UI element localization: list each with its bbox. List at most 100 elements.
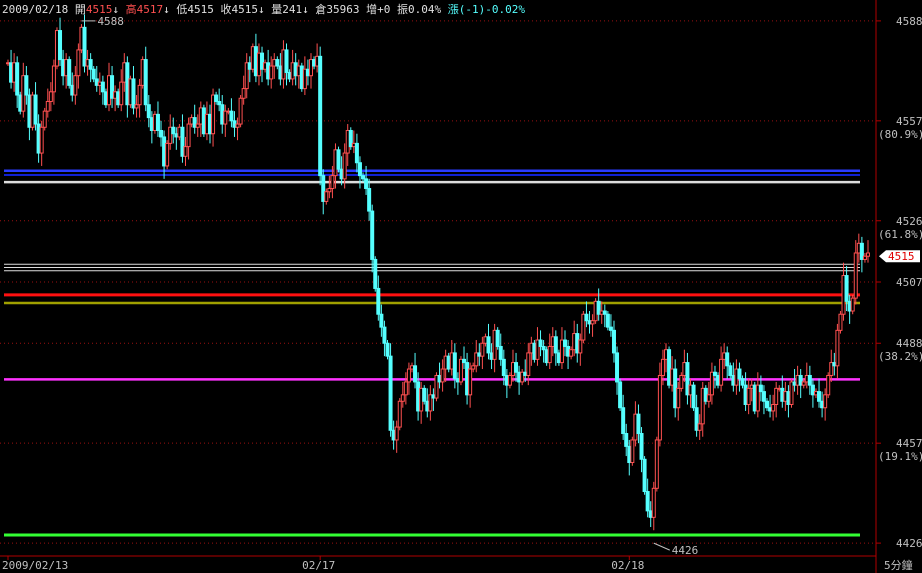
candle-body — [547, 345, 552, 364]
candle-body — [862, 255, 867, 260]
candle-body — [97, 81, 102, 86]
candle-body — [113, 91, 118, 99]
candle-body — [474, 352, 479, 367]
candle-body — [315, 55, 320, 67]
candle-body — [618, 381, 623, 409]
candle-body — [654, 439, 659, 489]
candle-body — [673, 368, 678, 409]
candle-body — [272, 59, 277, 67]
candle-body — [590, 320, 595, 325]
candle-body — [746, 387, 751, 405]
candle-body — [755, 384, 760, 412]
candle-body — [6, 62, 10, 65]
candle-body — [483, 336, 488, 344]
y-tick-pct-4: (38.2%) — [878, 350, 922, 363]
candle-body — [462, 358, 467, 364]
candle-body — [269, 65, 274, 80]
candle-body — [67, 59, 72, 86]
header-close-label: 收 — [220, 3, 232, 16]
candle-body — [498, 345, 503, 360]
candle-body — [771, 403, 776, 412]
candle-body — [312, 59, 317, 67]
y-tick-label-5: 4457 — [896, 437, 922, 450]
candle-body — [30, 94, 35, 128]
candle-body — [278, 65, 283, 80]
header-volume-value: 241 — [282, 3, 303, 16]
candle-body — [134, 104, 139, 109]
candle-body — [737, 368, 742, 380]
candle-body — [660, 358, 665, 376]
candle-body — [801, 381, 806, 386]
header-oi-label: 倉 — [315, 3, 327, 16]
candle-body — [523, 371, 528, 376]
candle-body — [792, 381, 797, 386]
candle-body — [106, 75, 111, 106]
candle-body — [70, 84, 75, 96]
candle-body — [299, 65, 304, 90]
candle-body — [333, 149, 338, 177]
candle-body — [364, 178, 369, 190]
candle-body — [627, 445, 632, 464]
candle-body — [866, 252, 870, 257]
candle-body — [823, 394, 828, 409]
candle-body — [348, 129, 353, 148]
candle-body — [798, 374, 803, 386]
candle-body — [302, 68, 307, 90]
candle-body — [504, 374, 509, 386]
candle-body — [569, 349, 574, 357]
candle-body — [425, 400, 430, 412]
candle-body — [611, 329, 616, 354]
y-tick-pct-1: (80.9%) — [878, 128, 922, 141]
candle-body — [232, 120, 237, 128]
candle-body — [765, 400, 770, 409]
candle-body — [719, 358, 724, 386]
candle-body — [480, 342, 485, 357]
candle-body — [36, 123, 41, 154]
candle-body — [146, 104, 151, 119]
candle-body — [186, 123, 191, 148]
header-open-label: 開 — [74, 3, 86, 16]
candle-body — [605, 313, 610, 328]
candle-body — [33, 94, 38, 125]
candle-body — [596, 300, 601, 315]
candle-body — [682, 362, 687, 376]
candle-body — [253, 46, 258, 77]
candle-body — [250, 46, 255, 70]
candle-body — [58, 30, 63, 61]
candle-body — [400, 394, 405, 402]
candle-body — [575, 333, 580, 354]
candle-body — [419, 387, 424, 412]
candles-group — [6, 14, 870, 531]
candle-body — [584, 313, 589, 322]
candle-body — [520, 371, 525, 383]
header-volume-arrow: ↓ — [302, 3, 309, 16]
candle-body — [786, 391, 791, 405]
candle-body — [468, 368, 473, 396]
candle-body — [305, 68, 310, 77]
candle-body — [615, 352, 620, 383]
quote-header: 2009/02/18 開4515↓ 高4517↓ 低4515 收4515↓ 量2… — [2, 1, 525, 17]
candle-body — [455, 378, 460, 383]
candle-body — [321, 175, 326, 202]
candle-body — [639, 433, 644, 460]
candle-body — [458, 358, 463, 383]
header-oi-value: 35963 — [326, 3, 360, 16]
candle-body — [204, 113, 209, 135]
candle-body — [651, 487, 656, 518]
candle-body — [155, 113, 160, 131]
candle-body — [728, 365, 733, 376]
candle-body — [553, 336, 558, 354]
candle-body — [731, 374, 736, 386]
candle-body — [602, 310, 607, 315]
candle-body — [688, 384, 693, 396]
candle-body — [572, 333, 577, 351]
candle-body — [342, 152, 347, 180]
candle-body — [76, 49, 81, 77]
candle-body — [308, 59, 313, 77]
candle-body — [137, 84, 142, 106]
candle-body — [758, 384, 763, 393]
candle-body — [566, 345, 571, 357]
candle-body — [373, 258, 378, 289]
candle-body — [826, 374, 831, 396]
candle-body — [507, 374, 512, 386]
